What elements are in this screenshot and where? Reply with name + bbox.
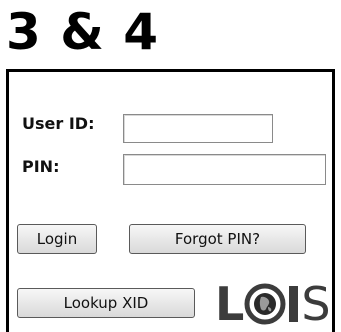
user-id-label: User ID: bbox=[22, 114, 95, 133]
login-button[interactable]: Login bbox=[17, 224, 97, 254]
logo-letter-l: L bbox=[215, 277, 245, 331]
pin-label: PIN: bbox=[22, 157, 60, 176]
lois-logo: L S bbox=[215, 277, 331, 331]
lookup-xid-button[interactable]: Lookup XID bbox=[17, 288, 195, 318]
logo-letter-i bbox=[289, 286, 299, 322]
user-id-field[interactable] bbox=[123, 114, 273, 143]
logo-letter-s: S bbox=[301, 277, 331, 331]
logo-globe-icon bbox=[244, 283, 286, 325]
pin-input[interactable] bbox=[124, 155, 325, 184]
page-heading: 3 & 4 bbox=[6, 3, 159, 61]
forgot-pin-button[interactable]: Forgot PIN? bbox=[129, 224, 306, 254]
pin-field[interactable] bbox=[123, 154, 326, 185]
user-id-input[interactable] bbox=[124, 115, 272, 142]
